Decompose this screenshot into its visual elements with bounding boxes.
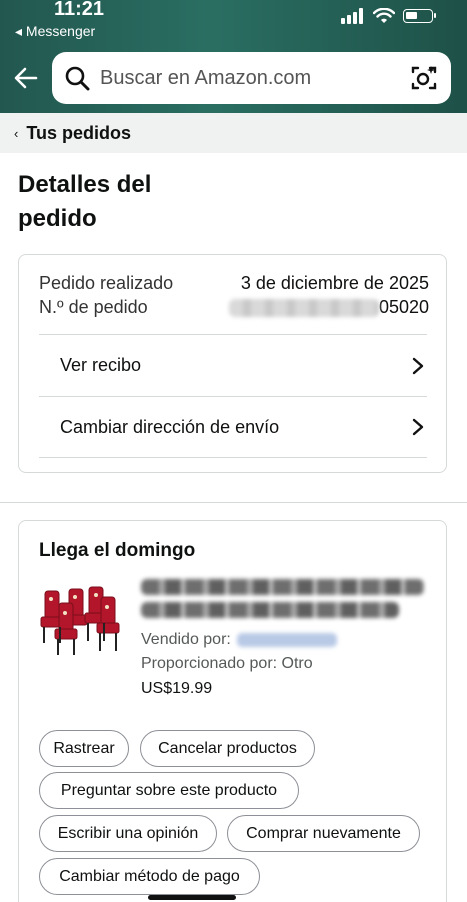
battery-icon bbox=[403, 9, 436, 23]
camera-icon[interactable] bbox=[409, 63, 439, 93]
product-image[interactable] bbox=[39, 583, 121, 657]
change-shipping-address-link[interactable]: Cambiar dirección de envío bbox=[39, 396, 427, 458]
sold-by: Vendido por: bbox=[141, 631, 337, 649]
product-price: US$19.99 bbox=[141, 680, 213, 697]
redacted-seller-name[interactable] bbox=[236, 632, 337, 647]
view-receipt-label: Ver recibo bbox=[60, 355, 142, 375]
provided-by: Proporcionado por: Otro bbox=[141, 655, 313, 672]
order-date-row: Pedido realizado 3 de diciembre de 2025 bbox=[39, 273, 429, 294]
order-number-row: N.º de pedido 05020 bbox=[39, 297, 429, 318]
order-number-suffix: 05020 bbox=[378, 297, 429, 317]
search-icon bbox=[65, 66, 90, 91]
status-time: 11:21 bbox=[54, 0, 105, 20]
order-date-label: Pedido realizado bbox=[39, 273, 174, 293]
breadcrumb-label[interactable]: Tus pedidos bbox=[26, 123, 131, 144]
shipment-card: Llega el domingo Vendido por: Proporcion… bbox=[18, 520, 447, 902]
chevron-right-icon bbox=[412, 357, 424, 374]
sold-by-label: Vendido por: bbox=[141, 631, 231, 648]
wifi-icon bbox=[373, 8, 395, 23]
cancel-items-button[interactable]: Cancelar productos bbox=[140, 730, 315, 767]
section-divider bbox=[0, 502, 467, 503]
ask-about-product-button[interactable]: Preguntar sobre este producto bbox=[39, 772, 299, 809]
search-bar[interactable]: Buscar en Amazon.com bbox=[52, 52, 451, 104]
buy-again-button[interactable]: Comprar nuevamente bbox=[227, 815, 420, 852]
search-input[interactable]: Buscar en Amazon.com bbox=[100, 67, 409, 90]
change-address-label: Cambiar dirección de envío bbox=[60, 416, 280, 437]
app-header: 11:21 ◂ Messenger Buscar en Amazon.com bbox=[0, 0, 467, 113]
status-icons bbox=[341, 8, 436, 24]
order-date-value: 3 de diciembre de 2025 bbox=[240, 273, 429, 293]
product-title-redacted[interactable] bbox=[141, 579, 426, 625]
track-package-button[interactable]: Rastrear bbox=[39, 730, 129, 767]
redacted-order-number bbox=[228, 298, 379, 317]
write-review-button[interactable]: Escribir una opinión bbox=[39, 815, 217, 852]
delivery-status: Llega el domingo bbox=[39, 540, 196, 561]
back-arrow-icon[interactable] bbox=[10, 62, 42, 94]
change-payment-method-button[interactable]: Cambiar método de pago bbox=[39, 858, 260, 895]
signal-icon bbox=[341, 8, 363, 24]
chevron-right-icon bbox=[412, 418, 424, 436]
chevron-left-icon: ‹ bbox=[14, 125, 19, 141]
breadcrumb[interactable]: ‹ Tus pedidos bbox=[0, 113, 467, 153]
order-number-value: 05020 bbox=[228, 297, 429, 318]
order-info-card: Pedido realizado 3 de diciembre de 2025 … bbox=[18, 254, 447, 473]
view-receipt-link[interactable]: Ver recibo bbox=[39, 334, 427, 396]
page-title: Detalles del pedido bbox=[18, 171, 152, 232]
back-to-messenger-link[interactable]: ◂ Messenger bbox=[15, 23, 95, 40]
home-indicator[interactable] bbox=[148, 895, 236, 900]
order-number-label: N.º de pedido bbox=[39, 297, 148, 317]
